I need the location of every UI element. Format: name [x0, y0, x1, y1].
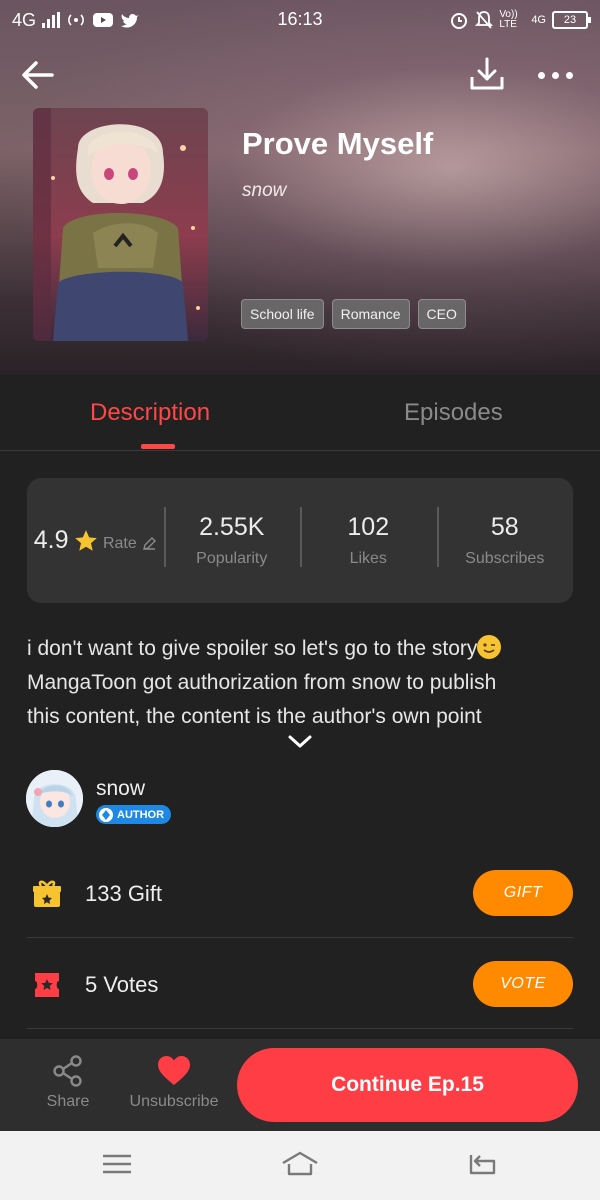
vote-button[interactable]: VOTE: [473, 961, 573, 1007]
system-navigation-bar: [0, 1131, 600, 1200]
pencil-icon: [142, 537, 156, 550]
book-title: Prove Myself: [242, 126, 434, 161]
header-hero: 4G 16:13 Vo)) LTE 4G 23 Prove Myself sno…: [0, 0, 600, 375]
likes-label: Likes: [349, 550, 387, 567]
mute-icon: [475, 11, 494, 29]
share-button[interactable]: Share: [38, 1055, 98, 1111]
star-icon: [74, 529, 97, 551]
rating-label: Rate: [102, 535, 137, 552]
description-line-1: i don't want to give spoiler so let's go…: [27, 637, 478, 660]
twitter-icon: [121, 14, 140, 28]
book-author[interactable]: snow: [242, 180, 286, 202]
active-tab-indicator: [141, 444, 175, 449]
wink-emoji-icon: [477, 635, 502, 659]
tab-bar: Description Episodes: [0, 375, 600, 451]
gift-button[interactable]: GIFT: [473, 870, 573, 916]
battery-level: 23: [563, 14, 577, 26]
vote-count: 5 Votes: [85, 972, 159, 997]
menu-icon[interactable]: [97, 1149, 137, 1179]
popularity-value: 2.55K: [199, 513, 265, 541]
status-bar: 4G 16:13 Vo)) LTE 4G 23: [0, 0, 600, 40]
rating-value: 4.9: [33, 526, 69, 554]
ticket-icon: [35, 973, 59, 997]
author-name[interactable]: snow: [96, 777, 145, 801]
unsubscribe-button[interactable]: Unsubscribe: [122, 1055, 226, 1111]
vote-row: 5 Votes VOTE: [27, 939, 573, 1029]
author-badge-label: AUTHOR: [117, 808, 165, 821]
subscribes-label: Subscribes: [465, 550, 545, 567]
description-text: i don't want to give spoiler so let's go…: [27, 632, 577, 734]
tag-romance[interactable]: Romance: [331, 299, 410, 329]
home-icon[interactable]: [280, 1149, 320, 1179]
gift-count: 133 Gift: [85, 881, 163, 906]
more-icon[interactable]: [538, 63, 583, 87]
tag-ceo[interactable]: CEO: [417, 299, 466, 329]
author-row[interactable]: snow AUTHOR: [26, 770, 586, 830]
share-label: Share: [46, 1093, 90, 1110]
volte-label: Vo)) LTE: [499, 9, 518, 30]
battery-icon: 23: [552, 11, 591, 29]
subscribes-value: 58: [490, 513, 519, 541]
youtube-icon: [93, 13, 114, 27]
stats-card: 4.9 Rate 2.55K Popularity 102 Likes 58 S…: [27, 478, 573, 603]
network-right-label: 4G: [531, 14, 546, 26]
author-avatar[interactable]: [26, 770, 83, 827]
author-badge: AUTHOR: [96, 805, 172, 824]
likes-value: 102: [347, 513, 390, 541]
network-label: 4G: [12, 9, 37, 30]
hotspot-icon: [68, 14, 84, 26]
unsubscribe-label: Unsubscribe: [129, 1093, 219, 1110]
alarm-icon: [451, 13, 468, 29]
chevron-down-icon[interactable]: [287, 733, 313, 751]
stat-likes: 102 Likes: [300, 507, 437, 568]
return-icon[interactable]: [462, 1149, 502, 1179]
share-icon: [53, 1055, 82, 1087]
bottom-action-bar: Share Unsubscribe Continue Ep.15: [0, 1039, 600, 1131]
top-nav: [0, 55, 600, 100]
book-cover: [33, 108, 208, 341]
back-arrow-icon[interactable]: [18, 55, 58, 95]
pen-nib-icon: [99, 807, 113, 822]
description-line-3: this content, the content is the author'…: [27, 705, 482, 728]
signal-icon: [42, 12, 61, 28]
stat-subscribes: 58 Subscribes: [436, 507, 574, 568]
stat-rating[interactable]: 4.9 Rate: [27, 526, 164, 555]
heart-icon: [158, 1056, 190, 1085]
tag-school-life[interactable]: School life: [241, 299, 324, 329]
gift-row: 133 Gift GIFT: [27, 848, 573, 938]
gift-icon: [33, 880, 61, 907]
continue-reading-button[interactable]: Continue Ep.15: [237, 1048, 578, 1122]
popularity-label: Popularity: [196, 550, 268, 567]
tab-episodes[interactable]: Episodes: [404, 399, 503, 427]
tab-description[interactable]: Description: [90, 399, 210, 427]
description-line-2: MangaToon got authorization from snow to…: [27, 671, 497, 694]
tag-list: School life Romance CEO: [241, 299, 466, 329]
download-icon[interactable]: [468, 55, 506, 95]
stat-popularity: 2.55K Popularity: [163, 507, 301, 568]
